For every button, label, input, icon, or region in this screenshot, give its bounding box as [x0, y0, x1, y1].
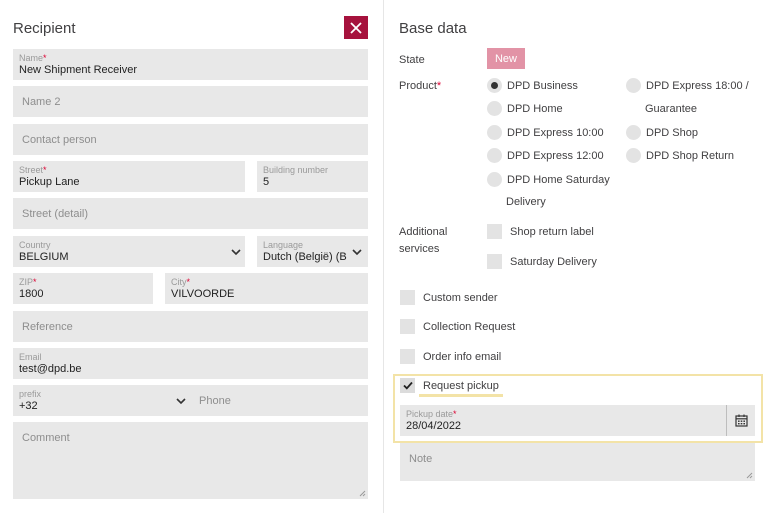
name-field[interactable]: Name* New Shipment Receiver: [13, 49, 368, 80]
checkbox-collection-request[interactable]: Collection Request: [400, 319, 515, 334]
close-icon: [350, 21, 362, 34]
name-label: Name: [19, 53, 44, 63]
contact-person-placeholder: Contact person: [22, 134, 97, 146]
checkbox-order-info-email[interactable]: Order info email: [400, 349, 501, 364]
calendar-icon: [734, 414, 748, 427]
radio-icon: [626, 125, 641, 140]
radio-icon: [487, 148, 502, 163]
checkbox-icon: [400, 290, 415, 305]
product-radio-dpd-shop-return[interactable]: DPD Shop Return: [626, 148, 734, 163]
prefix-value: +32: [19, 400, 38, 412]
radio-icon: [626, 148, 641, 163]
product-radio-dpd-home-saturday-line2: Delivery: [506, 196, 546, 208]
email-value: test@dpd.be: [19, 363, 82, 375]
phone-placeholder: Phone: [199, 395, 231, 407]
comment-textarea[interactable]: Comment: [13, 422, 368, 499]
radio-icon: [487, 172, 502, 187]
street-field[interactable]: Street* Pickup Lane: [13, 161, 245, 192]
checkbox-icon: [487, 254, 502, 269]
zip-field[interactable]: ZIP* 1800: [13, 273, 153, 304]
calendar-button[interactable]: [726, 405, 755, 436]
checkbox-shop-return-label[interactable]: Shop return label: [487, 224, 594, 239]
reference-placeholder: Reference: [22, 321, 73, 333]
product-radio-dpd-shop[interactable]: DPD Shop: [626, 125, 698, 140]
note-placeholder: Note: [409, 453, 433, 465]
name2-field[interactable]: Name 2: [13, 86, 368, 117]
radio-icon: [487, 125, 502, 140]
product-radio-dpd-express-1000[interactable]: DPD Express 10:00: [487, 125, 604, 140]
base-data-title: Base data: [399, 20, 467, 37]
pickup-date-value: 28/04/2022: [406, 420, 462, 432]
product-radio-dpd-home-saturday[interactable]: DPD Home Saturday: [487, 172, 610, 187]
product-radio-dpd-express-1800[interactable]: DPD Express 18:00 /: [626, 78, 749, 93]
product-label: Product*: [399, 80, 442, 92]
checkbox-icon: [487, 224, 502, 239]
checkbox-icon: [400, 349, 415, 364]
contact-person-field[interactable]: Contact person: [13, 124, 368, 155]
reference-field[interactable]: Reference: [13, 311, 368, 342]
language-value: Dutch (België) (B: [263, 251, 347, 263]
chevron-down-icon: [352, 249, 362, 256]
street-detail-placeholder: Street (detail): [22, 208, 89, 220]
checkbox-checked-icon: [400, 378, 415, 393]
product-radio-dpd-express-1800-line2: Guarantee: [645, 103, 697, 115]
state-label: State: [399, 54, 425, 66]
product-radio-dpd-business[interactable]: DPD Business: [487, 78, 578, 93]
base-data-panel: Base data State New Product* DPD Busines…: [384, 0, 768, 513]
product-radio-dpd-express-1200[interactable]: DPD Express 12:00: [487, 148, 604, 163]
checkbox-icon: [400, 319, 415, 334]
recipient-panel: Recipient Name* New Shipment Receiver Na…: [0, 0, 383, 513]
email-label: Email: [19, 352, 42, 362]
phone-field[interactable]: Phone: [192, 385, 368, 416]
city-label: City: [171, 277, 187, 287]
check-icon: [402, 381, 413, 390]
email-field[interactable]: Email test@dpd.be: [13, 348, 368, 379]
close-button[interactable]: [344, 16, 368, 39]
building-number-value: 5: [263, 176, 270, 188]
radio-icon: [626, 78, 641, 93]
street-label: Street: [19, 165, 44, 175]
zip-label: ZIP: [19, 277, 34, 287]
building-number-label: Building number: [263, 165, 329, 175]
name2-placeholder: Name 2: [22, 96, 61, 108]
status-badge: New: [487, 48, 525, 69]
chevron-down-icon: [231, 249, 241, 256]
building-number-field[interactable]: Building number 5: [257, 161, 368, 192]
request-pickup-underline: [419, 394, 503, 397]
resize-handle-icon[interactable]: [358, 489, 366, 497]
country-label: Country: [19, 240, 51, 250]
pickup-date-label: Pickup date: [406, 409, 454, 419]
additional-services-label-line2: services: [399, 243, 440, 255]
city-field[interactable]: City* VILVOORDE: [165, 273, 368, 304]
checkbox-saturday-delivery[interactable]: Saturday Delivery: [487, 254, 597, 269]
note-textarea[interactable]: Note: [400, 443, 755, 481]
zip-value: 1800: [19, 288, 44, 300]
street-value: Pickup Lane: [19, 176, 80, 188]
checkbox-custom-sender[interactable]: Custom sender: [400, 290, 498, 305]
pickup-date-field[interactable]: Pickup date* 28/04/2022: [400, 405, 755, 436]
comment-placeholder: Comment: [22, 432, 70, 444]
language-select[interactable]: Language Dutch (België) (B: [257, 236, 368, 267]
city-value: VILVOORDE: [171, 288, 235, 300]
additional-services-label: Additional: [399, 226, 448, 238]
prefix-label: prefix: [19, 389, 42, 399]
street-detail-field[interactable]: Street (detail): [13, 198, 368, 229]
chevron-down-icon: [176, 398, 186, 405]
country-select[interactable]: Country BELGIUM: [13, 236, 245, 267]
radio-icon: [487, 101, 502, 116]
radio-selected-icon: [487, 78, 502, 93]
checkbox-request-pickup[interactable]: Request pickup: [400, 378, 499, 393]
phone-prefix-select[interactable]: prefix +32: [13, 385, 192, 416]
resize-handle-icon[interactable]: [745, 471, 753, 479]
recipient-title: Recipient: [13, 20, 76, 37]
name-value: New Shipment Receiver: [19, 64, 137, 76]
country-value: BELGIUM: [19, 251, 69, 263]
language-label: Language: [263, 240, 304, 250]
product-radio-dpd-home[interactable]: DPD Home: [487, 101, 563, 116]
